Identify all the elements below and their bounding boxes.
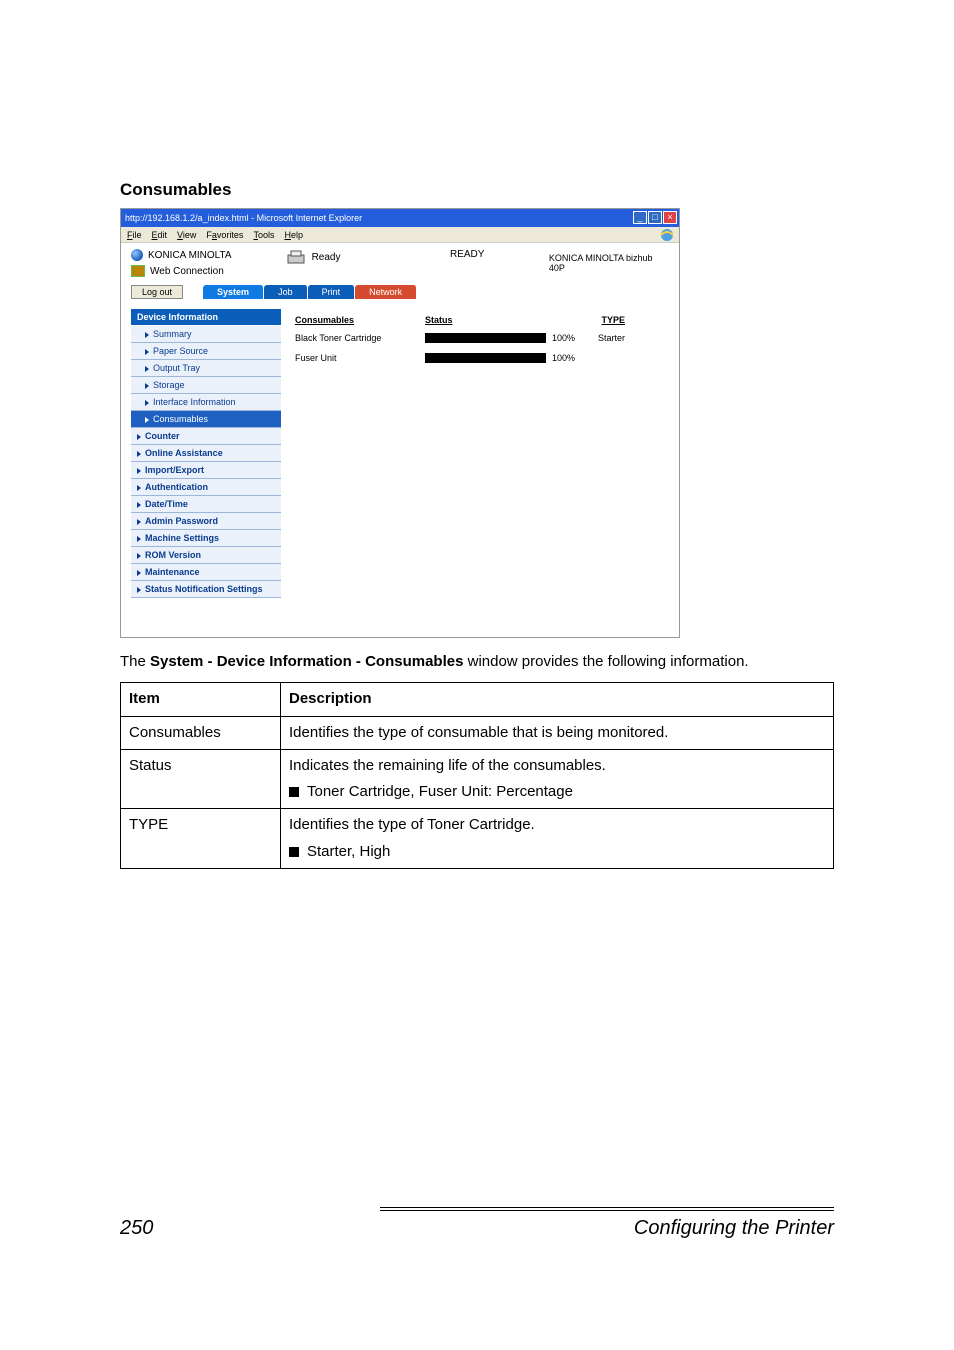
sidebar-item-status-notification-settings[interactable]: Status Notification Settings [131,581,281,598]
brand-name-text: KONICA MINOLTA [148,250,232,261]
cell-desc: Identifies the type of consumable that i… [281,716,834,749]
sidebar-item-counter[interactable]: Counter [131,428,281,445]
sidebar-item-consumables[interactable]: Consumables [131,411,281,428]
sidebar-item-date-time[interactable]: Date/Time [131,496,281,513]
window-title-text: http://192.168.1.2/a_index.html - Micros… [125,213,362,223]
tab-system[interactable]: System [203,285,264,299]
table-header-item: Item [121,683,281,716]
page-title: Configuring the Printer [634,1217,834,1240]
menu-favorites[interactable]: Favorites [206,230,243,240]
sidebar: Device Information Summary Paper Source … [131,309,281,598]
sidebar-item-paper-source[interactable]: Paper Source [131,343,281,360]
sidebar-item-rom-version[interactable]: ROM Version [131,547,281,564]
tab-network[interactable]: Network [355,285,417,299]
table-row: TYPE Identifies the type of Toner Cartri… [121,809,834,869]
menu-tools[interactable]: Tools [253,230,274,240]
embedded-screenshot: http://192.168.1.2/a_index.html - Micros… [120,208,680,638]
table-row: Consumables Identifies the type of consu… [121,716,834,749]
section-heading: Consumables [120,180,834,200]
pagescope-icon [131,265,145,277]
info-table: Item Description Consumables Identifies … [120,682,834,869]
sidebar-item-interface-information[interactable]: Interface Information [131,394,281,411]
nav-tabs: System Job Print Network [203,285,417,299]
sidebar-item-import-export[interactable]: Import/Export [131,462,281,479]
sidebar-item-storage[interactable]: Storage [131,377,281,394]
konica-minolta-brand: KONICA MINOLTA [131,249,274,261]
cell-item: Status [121,749,281,809]
km-globe-icon [131,249,143,261]
status-bar [425,333,546,343]
consumable-row: Black Toner Cartridge 100% Starter [295,333,669,343]
printer-icon [286,249,306,265]
ready-status: READY [450,249,519,260]
sidebar-item-authentication[interactable]: Authentication [131,479,281,496]
caption-paragraph: The System - Device Information - Consum… [120,652,834,672]
ready-label: Ready [312,252,341,263]
menu-edit[interactable]: Edit [152,230,168,240]
consumable-row: Fuser Unit 100% [295,353,669,363]
close-icon[interactable]: × [663,211,677,224]
sidebar-item-summary[interactable]: Summary [131,326,281,343]
sidebar-item-output-tray[interactable]: Output Tray [131,360,281,377]
table-header-description: Description [281,683,834,716]
sidebar-header[interactable]: Device Information [131,309,281,326]
status-pct: 100% [546,333,575,343]
sidebar-item-admin-password[interactable]: Admin Password [131,513,281,530]
cell-desc: Identifies the type of Toner Cartridge. … [281,809,834,869]
col-header-consumables: Consumables [295,315,425,325]
menu-help[interactable]: Help [284,230,303,240]
tab-print[interactable]: Print [308,285,356,299]
col-header-type: TYPE [575,315,625,325]
sidebar-item-machine-settings[interactable]: Machine Settings [131,530,281,547]
status-pct: 100% [546,353,575,363]
maximize-icon[interactable]: □ [648,211,662,224]
cell-item: TYPE [121,809,281,869]
page-number: 250 [120,1217,153,1240]
main-content: Consumables Status TYPE Black Toner Cart… [295,309,669,598]
menu-file[interactable]: File [127,230,142,240]
cell-desc: Indicates the remaining life of the cons… [281,749,834,809]
pagescope-text: Web Connection [150,266,224,277]
tab-job[interactable]: Job [264,285,308,299]
window-titlebar: http://192.168.1.2/a_index.html - Micros… [121,209,679,227]
printer-model-text: KONICA MINOLTA bizhub 40P [549,249,669,273]
browser-menubar: File Edit View Favorites Tools Help [121,227,679,243]
table-row: Status Indicates the remaining life of t… [121,749,834,809]
sidebar-item-maintenance[interactable]: Maintenance [131,564,281,581]
col-header-status: Status [425,315,575,325]
consumable-type: Starter [575,333,625,343]
logout-button[interactable]: Log out [131,285,183,299]
square-bullet-icon [289,847,299,857]
menu-view[interactable]: View [177,230,196,240]
consumable-name: Fuser Unit [295,353,425,363]
square-bullet-icon [289,787,299,797]
cell-item: Consumables [121,716,281,749]
ie-logo-icon [659,227,675,243]
status-bar [425,353,546,363]
consumable-name: Black Toner Cartridge [295,333,425,343]
sidebar-item-online-assistance[interactable]: Online Assistance [131,445,281,462]
pagescope-brand: Web Connection [131,265,274,277]
minimize-icon[interactable]: _ [633,211,647,224]
